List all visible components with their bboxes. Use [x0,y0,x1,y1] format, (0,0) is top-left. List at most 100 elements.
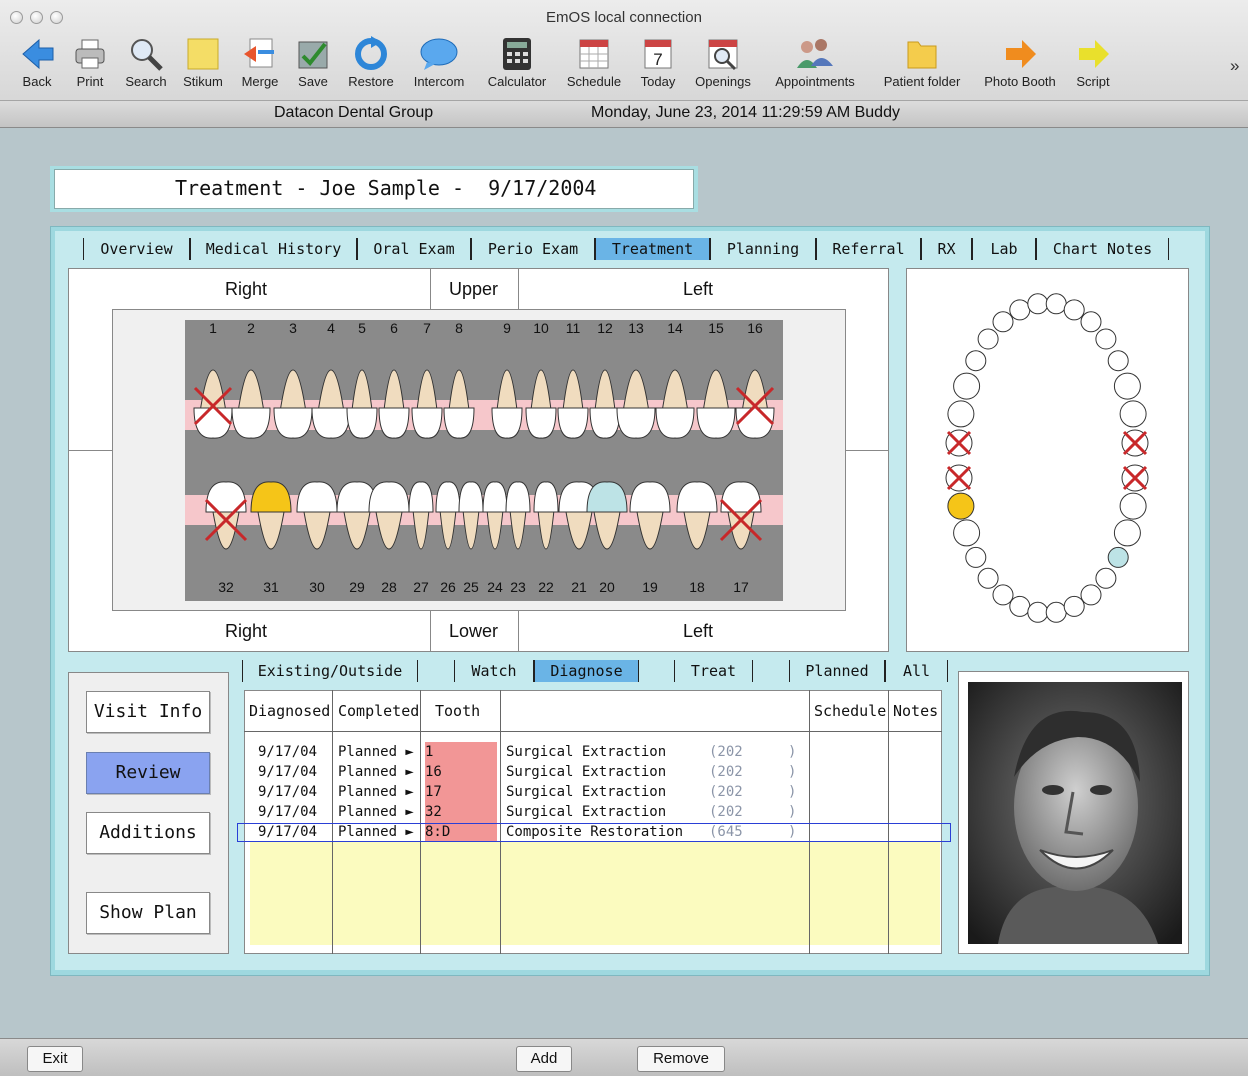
col-header-schedule[interactable]: Schedule [814,702,886,720]
arch-upper-tooth[interactable] [1045,293,1067,315]
yellow-arrow-icon [1079,40,1109,68]
arch-lower-tooth[interactable] [1113,519,1141,547]
lower-tooth-number: 24 [487,579,503,595]
subtab-treat[interactable]: Treat [674,660,753,682]
arch-lower-tooth[interactable] [1045,601,1067,623]
subtab-diagnose[interactable]: Diagnose [534,660,639,682]
tab-perio-exam[interactable]: Perio Exam [471,238,595,260]
tab-oral-exam[interactable]: Oral Exam [357,238,471,260]
lower-tooth-number: 25 [463,579,479,595]
arch-upper-tooth[interactable] [1080,311,1102,333]
upper-tooth-number: 11 [565,320,581,336]
arch-upper-tooth[interactable] [953,372,981,400]
toolbar-label: Calculator [487,74,547,89]
col-header-tooth[interactable]: Tooth [435,702,480,720]
toolbar-back-button[interactable]: Back [14,36,60,98]
arch-upper-tooth[interactable] [1113,372,1141,400]
add-button[interactable]: Add [516,1046,572,1072]
arch-upper-tooth[interactable] [1107,350,1129,372]
toolbar-today-button[interactable]: 7 Today [633,36,683,98]
toolbar-label: Merge [241,74,279,89]
subtab-watch[interactable]: Watch [454,660,534,682]
tab-treatment[interactable]: Treatment [595,238,710,260]
lower-tooth-number: 22 [538,579,554,595]
tab-chart-notes[interactable]: Chart Notes [1036,238,1169,260]
restore-icon [355,36,387,70]
arch-upper-tooth[interactable] [1063,299,1085,321]
toolbar-label: Script [1076,74,1110,89]
toolbar-stikum-button[interactable]: Stikum [177,36,229,98]
tab-medical-history[interactable]: Medical History [190,238,357,260]
toolbar-label: Restore [348,74,394,89]
arch-upper-tooth[interactable] [992,311,1014,333]
toolbar-calculator-button[interactable]: Calculator [481,36,553,98]
additions-button[interactable]: Additions [86,812,210,854]
toolbar-save-button[interactable]: Save [292,36,334,98]
cell-code-close: ) [788,764,797,780]
upper-tooth-number: 8 [455,320,463,336]
col-header-notes[interactable]: Notes [893,702,938,720]
subtab-existing-outside[interactable]: Existing/Outside [242,660,418,682]
cell-tooth: 1 [425,742,497,762]
tab-planning[interactable]: Planning [710,238,816,260]
upper-left-label: Left [683,279,714,299]
arch-upper-tooth[interactable] [1009,299,1031,321]
lower-left-label: Left [683,621,714,641]
col-header-diagnosed[interactable]: Diagnosed [249,702,330,720]
arch-lower-tooth[interactable] [977,567,999,589]
lower-tooth-number: 31 [263,579,279,595]
arch-lower-tooth[interactable] [1119,492,1147,520]
toolbar-restore-button[interactable]: Restore [343,36,399,98]
show-plan-button[interactable]: Show Plan [86,892,210,934]
remove-button[interactable]: Remove [637,1046,725,1072]
subtab-planned[interactable]: Planned [789,660,885,682]
visit-info-button[interactable]: Visit Info [86,691,210,733]
col-header-completed[interactable]: Completed [338,702,419,720]
cell-procedure: Surgical Extraction [506,804,667,820]
toolbar-overflow-button[interactable]: » [1230,56,1239,76]
arch-upper-tooth[interactable] [965,350,987,372]
calendar-search-icon [708,39,738,71]
arch-lower-tooth[interactable] [1095,567,1117,589]
cell-tooth: 32 [425,802,497,822]
toolbar-photo-booth-button[interactable]: Photo Booth [977,36,1063,98]
arch-upper-tooth[interactable] [1027,293,1049,315]
arch-upper-tooth[interactable] [1119,400,1147,428]
tab-referral[interactable]: Referral [816,238,921,260]
cell-code: (202 [709,804,743,820]
arch-lower-tooth[interactable] [1063,595,1085,617]
patient-photo[interactable] [968,682,1182,944]
arch-upper-tooth[interactable] [977,328,999,350]
tab-rx[interactable]: RX [921,238,972,260]
arch-lower-tooth[interactable] [1080,584,1102,606]
arch-lower-tooth[interactable] [992,584,1014,606]
toolbar-script-button[interactable]: Script [1071,36,1115,98]
upper-tooth-number: 10 [533,320,549,336]
toolbar-openings-button[interactable]: Openings [689,36,757,98]
upper-right-label: Right [225,279,268,299]
page-title: Treatment - Joe Sample - 9/17/2004 [175,176,597,200]
toolbar-intercom-button[interactable]: Intercom [407,36,471,98]
arch-lower-tooth[interactable] [1009,595,1031,617]
arch-upper-tooth[interactable] [947,400,975,428]
cell-diagnosed: 9/17/04 [258,744,318,760]
tab-lab[interactable]: Lab [972,238,1036,260]
toolbar-patient-folder-button[interactable]: Patient folder [874,36,970,98]
exit-button[interactable]: Exit [27,1046,83,1072]
subtab-all[interactable]: All [885,660,948,682]
arch-lower-tooth[interactable] [947,492,975,520]
arch-lower-tooth[interactable] [1107,546,1129,568]
toolbar-print-button[interactable]: Print [68,36,112,98]
back-arrow-icon [22,38,54,70]
tab-overview[interactable]: Overview [83,238,190,260]
arch-lower-tooth[interactable] [953,519,981,547]
toolbar-appointments-button[interactable]: Appointments [766,36,864,98]
toolbar-search-button[interactable]: Search [120,36,172,98]
review-button[interactable]: Review [86,752,210,794]
toolbar-merge-button[interactable]: Merge [235,36,285,98]
arch-lower-tooth[interactable] [965,546,987,568]
arch-lower-tooth[interactable] [1027,601,1049,623]
toolbar-label: Search [125,74,167,89]
toolbar-schedule-button[interactable]: Schedule [561,36,627,98]
arch-upper-tooth[interactable] [1095,328,1117,350]
